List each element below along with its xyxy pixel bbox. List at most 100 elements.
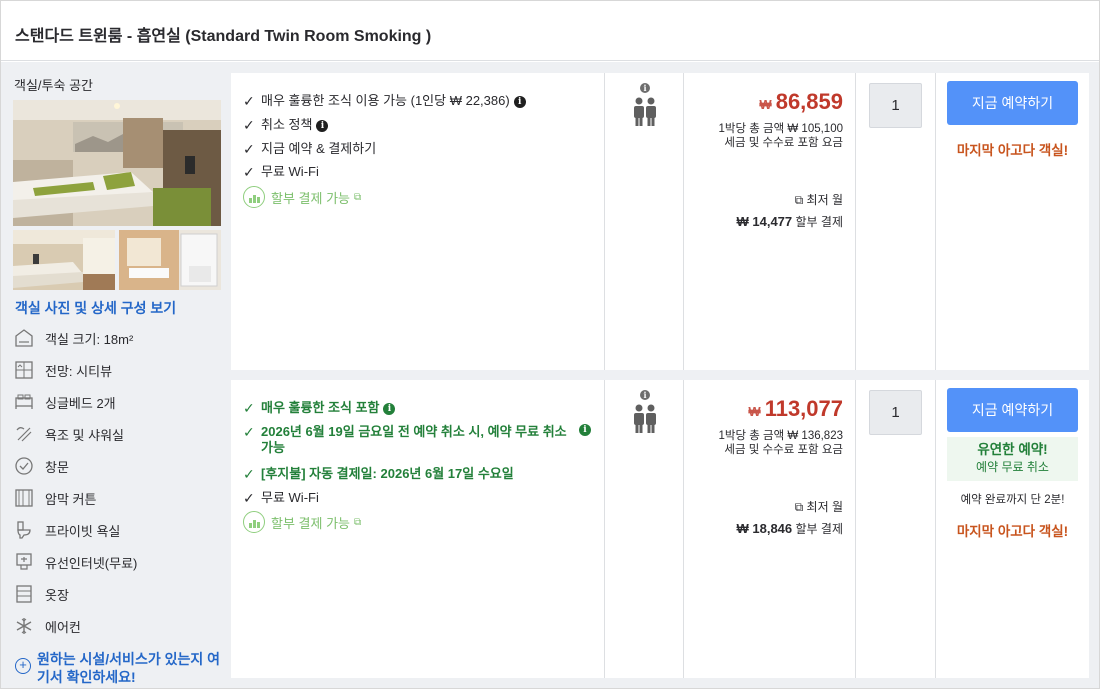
check-icon: ✓ [243,490,255,506]
bathroom-photo-thumb[interactable] [119,230,221,290]
plus-circle-icon: + [15,658,31,674]
amenity-room-size: 객실 크기: 18m² [13,327,227,349]
curtain-icon [13,487,35,509]
occupancy-info-icon[interactable]: i [640,390,650,400]
booking-actions: 지금 예약하기 마지막 아고다 객실! [936,73,1089,370]
external-link-icon: ⧉ [353,516,362,528]
tax-note: 세금 및 수수료 포함 요금 [724,137,843,149]
check-icon: ✓ [243,466,255,482]
check-icon: ✓ [243,400,255,416]
amenity-label: 객실 크기: 18m² [45,331,134,347]
benefit-text: 지금 예약 & 결제하기 [261,141,377,156]
installment-link[interactable]: 할부 결제 가능 ⧉ [243,186,361,208]
view-icon [13,359,35,381]
monthly-payment: ₩ 18,846 할부 결제 [737,520,844,537]
installment-icon [243,511,265,533]
rate-option-2: ✓ 매우 훌륭한 조식 포함 i ✓ 2026년 6월 19일 금요일 전 예약 … [231,380,1089,678]
currency-symbol: ₩ [759,97,772,112]
benefit-wifi: ✓ 무료 Wi-Fi [243,164,319,180]
two-guests-icon [634,404,656,433]
occupancy: i [605,380,684,678]
external-link-icon: ⧉ [794,500,807,514]
room-photos-link[interactable]: 객실 사진 및 상세 구성 보기 [15,298,176,318]
amenity-label: 유선인터넷(무료) [45,555,138,571]
room-info-panel: 객실/투숙 공간 객실 사진 및 상세 구성 보기 객실 크기: 18m² 전망… [1,62,229,688]
installment-label: 할부 결제 가능 [271,515,350,531]
quantity-select[interactable]: 1 [869,390,922,435]
amenity-wardrobe: 옷장 [13,583,227,605]
two-guests-icon [634,97,656,126]
price-value: 86,859 [775,89,843,114]
rate-price: ₩113,077 1박당 총 금액 ₩ 136,823 세금 및 수수료 포함 … [684,380,856,678]
facility-check-link[interactable]: + 원하는 시설/서비스가 있는지 여기서 확인하세요! [15,650,229,686]
booking-actions: 지금 예약하기 유연한 예약! 예약 무료 취소 예약 완료까지 단 2분! 마… [936,380,1089,678]
amenity-label: 옷장 [45,587,69,603]
check-icon: ✓ [243,93,255,109]
monthly-payment: ₩ 14,477 할부 결제 [737,213,844,230]
quantity-select[interactable]: 1 [869,83,922,128]
benefit-breakfast: ✓ 매우 훌륭한 조식 이용 가능 (1인당 ₩ 22,386) i [243,93,526,109]
installment-label: 할부 결제 가능 [271,190,350,206]
info-icon[interactable]: i [383,402,396,415]
book-now-button[interactable]: 지금 예약하기 [947,388,1078,432]
min-monthly-label: 최저 월 [806,193,843,207]
external-link-icon: ⧉ [794,193,807,207]
benefit-text: 무료 Wi-Fi [261,490,319,505]
flexible-subtitle: 예약 무료 취소 [976,460,1049,474]
amenity-label: 창문 [45,459,69,475]
min-monthly-label: 최저 월 [806,500,843,514]
monthly-suffix: 할부 결제 [795,522,844,536]
check-icon: ✓ [243,164,255,180]
amenity-view: 전망: 시티뷰 [13,359,227,381]
monthly-suffix: 할부 결제 [795,215,844,229]
shower-icon [13,423,35,445]
amenity-private-bath: 프라이빗 욕실 [13,519,227,541]
room-photo-main[interactable] [13,100,221,226]
amenity-curtain: 암막 커튼 [13,487,227,509]
aircon-icon [13,615,35,637]
price-value: 113,077 [764,396,843,421]
min-monthly-line: ⧉ 최저 월 [795,191,843,208]
facility-check-label: 원하는 시설/서비스가 있는지 여기서 확인하세요! [37,651,220,685]
booking-time-note: 예약 완료까지 단 2분! [960,494,1065,506]
benefit-text: 매우 훌륭한 조식 이용 가능 (1인당 ₩ 22,386) [261,93,510,108]
check-icon: ✓ [243,424,255,440]
section-title: 객실/투숙 공간 [14,78,93,93]
benefit-free-cancellation: ✓ 2026년 6월 19일 금요일 전 예약 취소 시, 예약 무료 취소 가… [243,424,593,456]
amenity-label: 에어컨 [45,619,81,635]
installment-icon [243,186,265,208]
monthly-amount: ₩ 14,477 [736,214,793,229]
last-room-notice: 마지막 아고다 객실! [956,143,1069,158]
flexible-title: 유연한 예약! [977,442,1048,457]
benefit-text: [후지불] 자동 결제일: 2026년 6월 17일 수요일 [261,466,514,481]
amenity-label: 욕조 및 샤워실 [45,427,124,443]
room-size-icon [13,327,35,349]
amenity-wired-internet: 유선인터넷(무료) [13,551,227,573]
info-icon[interactable]: i [513,95,526,108]
info-icon[interactable]: i [579,424,591,436]
room-title: 스탠다드 트윈룸 - 흡연실 (Standard Twin Room Smoki… [15,28,432,45]
room-header: 스탠다드 트윈룸 - 흡연실 (Standard Twin Room Smoki… [1,1,1099,61]
rate-benefits: ✓ 매우 훌륭한 조식 이용 가능 (1인당 ₩ 22,386) i ✓ 취소 정… [231,73,605,370]
amenity-label: 전망: 시티뷰 [45,363,113,379]
amenity-label: 프라이빗 욕실 [45,523,121,539]
check-icon: ✓ [243,141,255,157]
benefit-wifi: ✓ 무료 Wi-Fi [243,490,319,506]
rate-option-1: ✓ 매우 훌륭한 조식 이용 가능 (1인당 ₩ 22,386) i ✓ 취소 정… [231,73,1089,370]
min-monthly-line: ⧉ 최저 월 [795,498,843,515]
benefit-pay-later: ✓ [후지불] 자동 결제일: 2026년 6월 17일 수요일 [243,466,514,482]
currency-symbol: ₩ [748,404,761,419]
rate-price: ₩86,859 1박당 총 금액 ₩ 105,100 세금 및 수수료 포함 요… [684,73,856,370]
wardrobe-icon [13,583,35,605]
room-photo-thumb[interactable] [13,230,115,290]
amenity-bed: 싱글베드 2개 [13,391,227,413]
info-icon[interactable]: i [316,119,329,132]
benefit-text: 취소 정책 [261,117,313,132]
rate-benefits: ✓ 매우 훌륭한 조식 포함 i ✓ 2026년 6월 19일 금요일 전 예약 … [231,380,605,678]
wired-internet-icon [13,551,35,573]
installment-link[interactable]: 할부 결제 가능 ⧉ [243,511,361,533]
occupancy-info-icon[interactable]: i [640,83,650,93]
window-icon [13,455,35,477]
benefit-cancellation: ✓ 취소 정책 i [243,117,329,133]
book-now-button[interactable]: 지금 예약하기 [947,81,1078,125]
